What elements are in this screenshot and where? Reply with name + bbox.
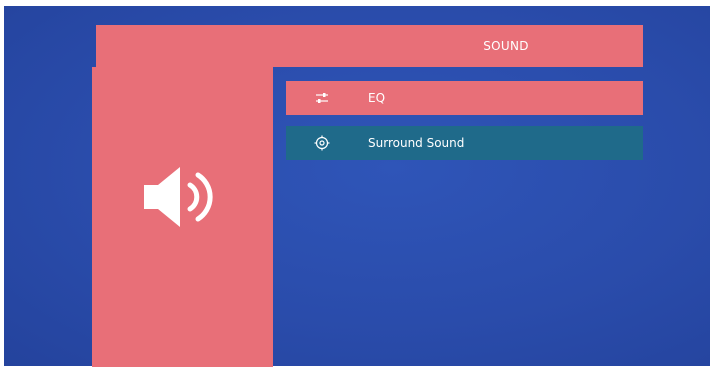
side-panel — [92, 67, 273, 367]
surround-sound-icon — [314, 135, 330, 151]
equalizer-icon — [316, 93, 328, 103]
menu-item-label: Surround Sound — [368, 136, 465, 150]
tv-screen: SOUND EQ Surround Sound — [4, 6, 710, 367]
menu-item-surround-sound[interactable]: Surround Sound — [286, 126, 643, 160]
speaker-volume-icon — [144, 167, 213, 227]
page-title: SOUND — [483, 39, 529, 53]
menu-item-eq[interactable]: EQ — [286, 81, 643, 115]
menu-item-label: EQ — [368, 91, 386, 105]
header-bar: SOUND — [96, 25, 643, 67]
